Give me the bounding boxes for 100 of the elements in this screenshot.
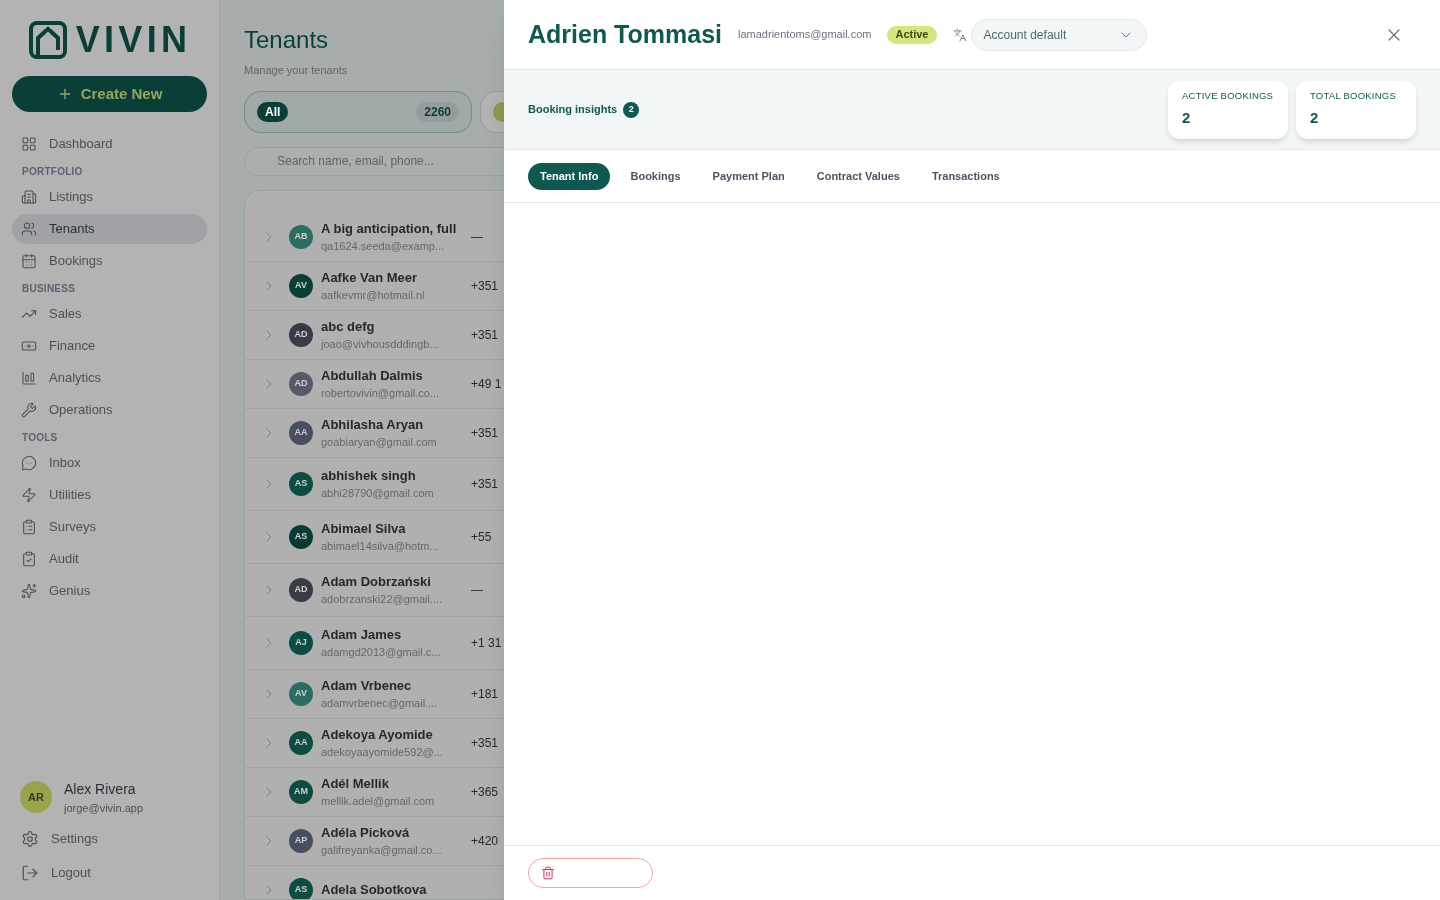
sparkles-icon (21, 583, 37, 599)
tenant-name: Adél Mellik (321, 774, 390, 793)
create-new-button[interactable]: Create New (12, 76, 207, 112)
tenant-name: Adekoya Ayomide (321, 725, 434, 744)
chart-icon (21, 370, 37, 386)
tenant-name: Adam James (321, 625, 403, 644)
tenant-name: Adam Dobrzański (321, 572, 432, 591)
nav-section-label: PORTFOLIO (21, 165, 84, 179)
user-name: Alex Rivera (64, 779, 137, 799)
logo-text: VIVIN (75, 22, 192, 58)
tenant-avatar: AJ (289, 630, 313, 655)
tenant-name: Abhilasha Aryan (321, 415, 425, 434)
nav-item[interactable]: Dashboard (12, 129, 207, 159)
tenant-name: Abdullah Dalmis (321, 366, 424, 385)
language-icon (952, 27, 967, 42)
calendar-icon (21, 253, 37, 269)
sidebar-footer-link[interactable]: Logout (12, 858, 207, 888)
nav-item[interactable]: Audit (12, 544, 207, 574)
tenant-avatar: AS (289, 471, 313, 496)
tenant-avatar: AS (289, 524, 313, 549)
user-avatar: AR (20, 781, 52, 814)
users-icon (21, 221, 37, 237)
tenant-name-heading: Adrien Tommasi (528, 18, 723, 50)
sidebar-footer-link[interactable]: Settings (12, 824, 207, 854)
drawer-tab[interactable]: Tenant Info (528, 162, 611, 190)
tenant-name: Abimael Silva (321, 519, 407, 538)
clipboard-check-icon (21, 551, 37, 567)
nav-item[interactable]: Tenants (12, 214, 207, 244)
tenant-avatar: AB (289, 224, 313, 249)
drawer-tab[interactable]: Contract Values (804, 162, 912, 190)
tenant-phone: — (471, 581, 483, 599)
tenant-email: qa1624.seeda@examp... (321, 239, 446, 254)
stat-card: ACTIVE BOOKINGS 2 (1168, 80, 1288, 139)
nav-item[interactable]: Utilities (12, 480, 207, 510)
status-badge: Active (887, 25, 937, 44)
tenant-phone: — (471, 228, 483, 246)
banknote-icon (21, 338, 37, 354)
tenant-name: Adéla Picková (321, 823, 411, 842)
tenant-phone: +351 (471, 326, 499, 344)
tenant-phone: +351 (471, 424, 499, 442)
tenant-email: goabiaryan@gmail.com (321, 435, 438, 450)
page-subtitle: Manage your tenants (244, 63, 348, 78)
nav-section-label: BUSINESS (21, 282, 77, 296)
tenant-avatar: AP (289, 828, 313, 853)
nav-item[interactable]: Listings (12, 182, 207, 212)
tenant-phone: +55 (471, 528, 492, 546)
filter-chip[interactable]: All 2260 (244, 90, 472, 133)
tenant-name: abhishek singh (321, 466, 417, 485)
nav-item[interactable]: Inbox (12, 448, 207, 478)
tenant-avatar: AA (289, 730, 313, 755)
user-email: jorge@vivin.app (64, 800, 144, 816)
tenant-email: galifreyanka@gmail.co... (321, 843, 443, 858)
bolt-icon (21, 487, 37, 503)
chat-icon (21, 455, 37, 471)
nav-item[interactable]: Bookings (12, 246, 207, 276)
logo-icon (27, 20, 68, 60)
building-icon (21, 189, 37, 205)
booking-insights-label: Booking insights (528, 102, 618, 118)
tenant-avatar: AD (289, 577, 313, 602)
trash-icon (541, 866, 555, 880)
tenant-phone: +420 (471, 832, 499, 850)
tenant-phone: +1 31 (471, 634, 502, 652)
logout-icon (21, 864, 39, 882)
language-select[interactable]: Account default (970, 18, 1147, 51)
tenant-phone: +181 (471, 685, 499, 703)
tenant-avatar: AA (289, 420, 313, 445)
tenant-email: joao@vivhousdddingb... (321, 337, 440, 352)
tenant-phone: +351 (471, 475, 499, 493)
tenant-name: A big anticipation, full (321, 219, 458, 238)
tenant-email: abimael14silva@hotm... (321, 539, 440, 554)
tenant-email: aafkevmr@hotmail.nl (321, 288, 426, 303)
tenant-avatar: AV (289, 681, 313, 706)
tenant-avatar: AS (289, 877, 313, 899)
nav-item[interactable]: Finance (12, 331, 207, 361)
nav-item[interactable]: Sales (12, 299, 207, 329)
tenant-email: lamadrientoms@gmail.com (738, 27, 872, 43)
tenant-email: mellik.adel@gmail.com (321, 794, 436, 809)
tenant-avatar: AD (289, 371, 313, 396)
tenant-name: Adela Sobotkova (321, 880, 428, 899)
nav-item[interactable]: Surveys (12, 512, 207, 542)
grid-icon (21, 136, 37, 152)
nav-item[interactable]: Genius (12, 576, 207, 606)
drawer-tab[interactable]: Transactions (919, 162, 1012, 190)
nav-section-label: TOOLS (21, 431, 59, 445)
tenant-phone: +351 (471, 734, 499, 752)
tenant-name: Aafke Van Meer (321, 268, 419, 287)
tenant-email: abhi28790@gmail.com (321, 486, 435, 501)
tenant-name: abc defg (321, 317, 376, 336)
insights-count-badge: 2 (623, 101, 640, 118)
tenant-phone: +365 (471, 783, 499, 801)
tenant-name: Adam Vrbenec (321, 676, 413, 695)
tenant-email: adekoyaayomide592@... (321, 745, 444, 760)
tenant-phone: +351 (471, 277, 499, 295)
drawer-tab[interactable]: Payment Plan (700, 162, 797, 190)
tenant-avatar: AV (289, 273, 313, 298)
stat-card: TOTAL BOOKINGS 2 (1296, 80, 1416, 139)
tenant-email: adobrzanski22@gmail.... (321, 592, 444, 607)
nav-item[interactable]: Operations (12, 395, 207, 425)
nav-item[interactable]: Analytics (12, 363, 207, 393)
tenant-email: robertovivin@gmail.co... (321, 386, 441, 401)
